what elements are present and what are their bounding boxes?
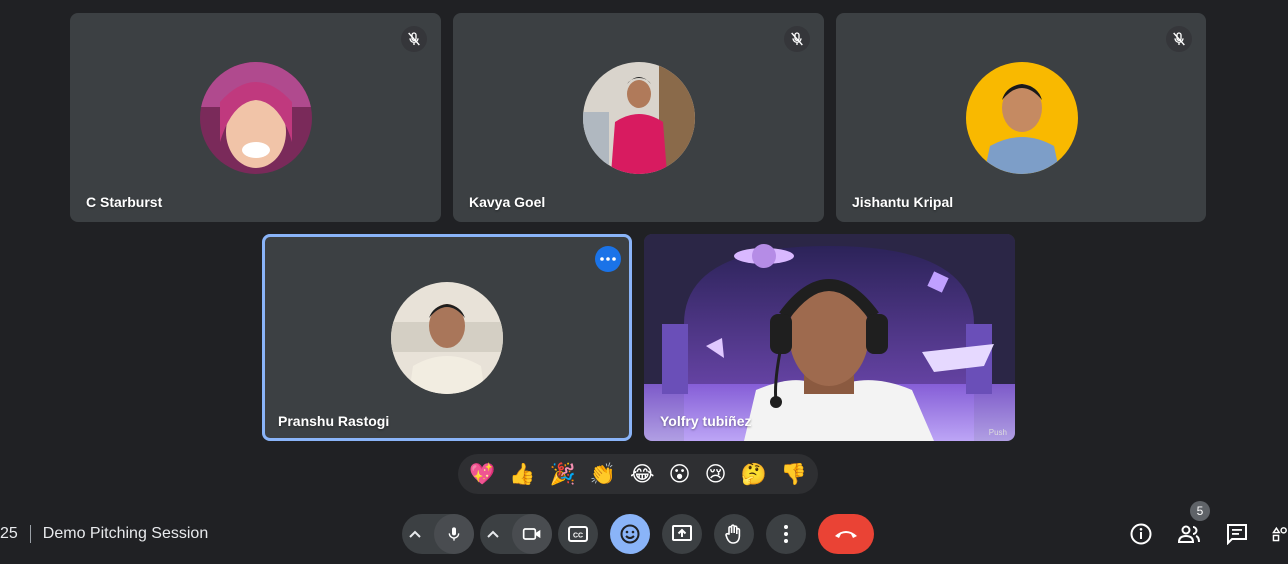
reaction-crying[interactable]: 😢 bbox=[705, 462, 727, 486]
reaction-sparkling-heart[interactable]: 💖 bbox=[469, 462, 495, 487]
divider bbox=[29, 525, 31, 543]
meeting-title: Demo Pitching Session bbox=[42, 525, 209, 542]
captions-button[interactable]: CC bbox=[558, 514, 598, 554]
chat-button[interactable] bbox=[1223, 520, 1251, 548]
people-button[interactable] bbox=[1175, 520, 1203, 548]
reaction-party-popper[interactable]: 🎉 bbox=[550, 462, 576, 487]
mic-button[interactable] bbox=[434, 514, 474, 554]
chevron-up-icon bbox=[487, 530, 499, 538]
present-screen-button[interactable] bbox=[662, 514, 702, 554]
reaction-thumbs-down[interactable]: 👎 bbox=[781, 462, 807, 487]
people-icon bbox=[1177, 525, 1200, 543]
info-icon bbox=[1130, 523, 1152, 545]
reaction-laughing[interactable]: 😂 bbox=[630, 462, 655, 486]
svg-text:CC: CC bbox=[573, 533, 583, 540]
avatar bbox=[391, 282, 503, 394]
mic-options-button[interactable] bbox=[402, 530, 428, 538]
raise-hand-button[interactable] bbox=[714, 514, 754, 554]
participant-name: Pranshu Rastogi bbox=[278, 413, 390, 429]
participant-name: Kavya Goel bbox=[469, 194, 546, 210]
hand-icon bbox=[725, 524, 741, 544]
mic-icon bbox=[448, 527, 460, 541]
participant-tile-kavya-goel[interactable]: Kavya Goel bbox=[453, 13, 824, 222]
camera-button[interactable] bbox=[512, 514, 552, 554]
activities-button[interactable] bbox=[1272, 520, 1288, 548]
camera-control bbox=[480, 514, 552, 554]
camera-options-button[interactable] bbox=[480, 530, 506, 538]
participant-tile-pranshu-rastogi[interactable]: Pranshu Rastogi bbox=[262, 234, 632, 441]
reactions-button[interactable] bbox=[610, 514, 650, 554]
mic-off-icon bbox=[784, 26, 810, 52]
closed-captions-icon: CC bbox=[568, 526, 588, 542]
participant-name: Yolfry tubiñez bbox=[660, 413, 752, 429]
people-count-badge: 5 bbox=[1190, 501, 1210, 521]
shapes-icon bbox=[1272, 526, 1287, 542]
leave-call-button[interactable] bbox=[818, 514, 874, 554]
participant-tile-c-starburst[interactable]: C Starburst bbox=[70, 13, 441, 222]
more-options-button[interactable] bbox=[766, 514, 806, 554]
mic-off-icon bbox=[401, 26, 427, 52]
participant-tile-jishantu-kripal[interactable]: Jishantu Kripal bbox=[836, 13, 1206, 222]
more-vert-icon bbox=[784, 525, 788, 543]
meeting-time: 25 bbox=[0, 525, 18, 542]
reaction-thumbs-up[interactable]: 👍 bbox=[509, 462, 535, 487]
more-options-button[interactable] bbox=[595, 246, 621, 272]
mic-off-icon bbox=[1166, 26, 1192, 52]
emoji-icon bbox=[620, 524, 640, 544]
reactions-bar: 💖 👍 🎉 👏 😂 😮 😢 🤔 👎 bbox=[458, 454, 818, 494]
meeting-details-button[interactable] bbox=[1127, 520, 1155, 548]
reaction-clapping[interactable]: 👏 bbox=[590, 462, 616, 487]
avatar bbox=[583, 62, 695, 174]
reaction-thinking[interactable]: 🤔 bbox=[741, 462, 767, 487]
video-feed bbox=[644, 234, 1015, 441]
present-icon bbox=[672, 525, 692, 541]
reaction-surprised[interactable]: 😮 bbox=[669, 462, 691, 486]
avatar bbox=[966, 62, 1078, 174]
chevron-up-icon bbox=[409, 530, 421, 538]
participant-name: Jishantu Kripal bbox=[852, 194, 954, 210]
call-end-icon bbox=[835, 531, 857, 538]
participant-name: C Starburst bbox=[86, 194, 163, 210]
camera-icon bbox=[522, 528, 541, 540]
chat-icon bbox=[1227, 524, 1247, 545]
watermark: Push bbox=[988, 428, 1007, 437]
mic-control bbox=[402, 514, 474, 554]
avatar bbox=[200, 62, 312, 174]
participant-tile-yolfry-tubinez[interactable]: Push Yolfry tubiñez bbox=[644, 234, 1015, 441]
meeting-info: 25 Demo Pitching Session bbox=[0, 522, 208, 546]
